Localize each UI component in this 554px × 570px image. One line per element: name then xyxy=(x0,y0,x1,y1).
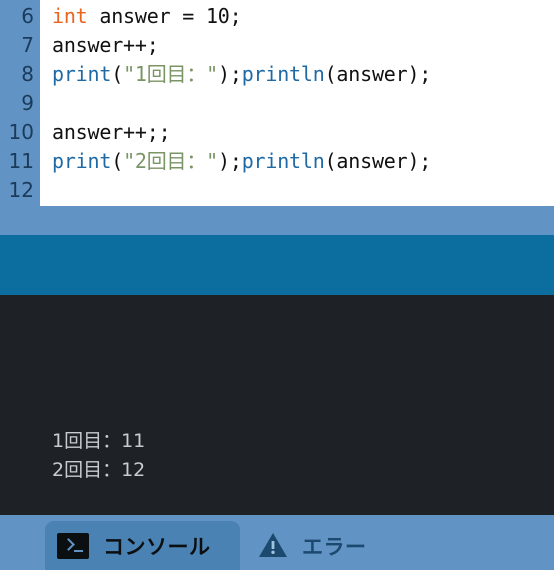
code-token: println xyxy=(241,62,325,86)
code-token: "2回目：" xyxy=(123,149,218,173)
code-line[interactable]: answer++; xyxy=(52,31,554,60)
code-token: answer++;; xyxy=(52,120,171,144)
console-output-line: 1回目：11 xyxy=(52,430,146,452)
tab-console-label: コンソール xyxy=(103,534,211,559)
code-token: answer = 10; xyxy=(87,4,242,28)
code-editor[interactable]: 6 7 8 9 10 11 12 int answer = 10; answer++; prin… xyxy=(0,0,554,206)
code-token: answer++; xyxy=(52,33,159,57)
code-line[interactable] xyxy=(52,176,554,205)
terminal-icon xyxy=(57,532,89,559)
editor-bottom-band xyxy=(0,206,554,235)
code-token: int xyxy=(52,4,88,28)
line-number: 9 xyxy=(21,91,34,115)
code-token: "1回目：" xyxy=(123,62,218,86)
code-token: ( xyxy=(111,149,124,173)
code-token: print xyxy=(52,149,112,173)
line-number: 11 xyxy=(8,149,34,173)
code-token: print xyxy=(52,62,112,86)
ide-window: 6 7 8 9 10 11 12 int answer = 10; answer++; prin… xyxy=(0,0,554,570)
code-token: println xyxy=(241,149,325,173)
bottom-tab-bar: コンソール エラー xyxy=(0,515,554,570)
line-number: 12 xyxy=(8,178,34,202)
line-number: 8 xyxy=(21,62,34,86)
tab-error[interactable]: エラー xyxy=(248,521,408,570)
code-line[interactable]: print("1回目：");println(answer); xyxy=(52,60,554,89)
code-token: ( xyxy=(111,62,124,86)
code-line[interactable]: int answer = 10; xyxy=(52,2,554,31)
warning-triangle-icon xyxy=(259,533,287,557)
code-line[interactable]: print("2回目：");println(answer); xyxy=(52,147,554,176)
console-panel[interactable]: 1回目：11 2回目：12 xyxy=(0,295,554,515)
line-number: 7 xyxy=(21,33,34,57)
code-token: ); xyxy=(218,149,242,173)
code-token: (answer); xyxy=(324,62,432,86)
line-number: 6 xyxy=(21,4,34,28)
code-token: ); xyxy=(218,62,242,86)
code-token: (answer); xyxy=(324,149,432,173)
console-output-line: 2回目：12 xyxy=(52,459,146,481)
line-number-gutter: 6 7 8 9 10 11 12 xyxy=(0,0,40,206)
console-output: 1回目：11 2回目：12 xyxy=(52,427,145,485)
tab-error-label: エラー xyxy=(302,534,367,559)
code-content[interactable]: int answer = 10; answer++; print("1回目：");p… xyxy=(40,0,554,206)
tab-console[interactable]: コンソール xyxy=(45,521,240,570)
toolbar-band xyxy=(0,235,554,295)
code-line[interactable]: answer++;; xyxy=(52,118,554,147)
line-number: 10 xyxy=(8,120,34,144)
code-line[interactable] xyxy=(52,89,554,118)
